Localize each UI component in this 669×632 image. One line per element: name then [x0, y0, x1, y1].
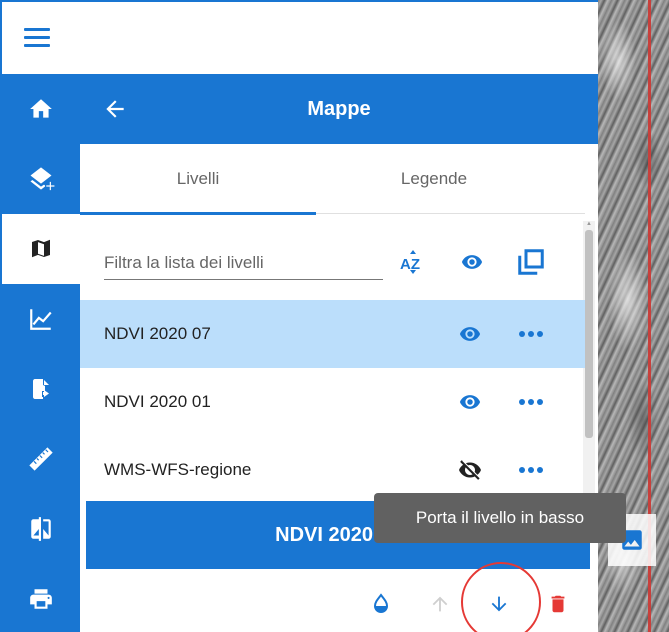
scroll-up-icon[interactable]: ▲ [585, 220, 593, 228]
sort-az-icon: AZ [400, 250, 420, 274]
rail-item-measure[interactable] [2, 424, 80, 494]
layer-name: WMS-WFS-regione [104, 460, 252, 479]
eye-icon [459, 327, 481, 341]
rail-item-export[interactable] [2, 354, 80, 424]
more-horizontal-icon [519, 467, 543, 473]
toggle-all-visibility-button[interactable] [456, 246, 488, 278]
eye-off-icon [459, 460, 481, 480]
delete-icon [551, 595, 565, 613]
ruler-icon [29, 447, 53, 471]
maps-panel: Mappe Livelli Legende AZ ▲ NDVI 2020 07 [80, 74, 598, 632]
sort-az-button[interactable]: AZ [397, 246, 429, 278]
layer-more-button[interactable] [516, 456, 546, 484]
layer-visibility-toggle[interactable] [454, 320, 486, 348]
rail-item-charts[interactable] [2, 284, 80, 354]
layer-visibility-toggle[interactable] [454, 456, 486, 484]
more-horizontal-icon [519, 399, 543, 405]
arrow-up-icon [432, 596, 448, 612]
opacity-icon [373, 593, 389, 613]
eye-icon [461, 255, 483, 269]
active-tab-indicator [80, 212, 316, 215]
layer-name: NDVI 2020 07 [104, 324, 211, 343]
more-horizontal-icon [519, 331, 543, 337]
rail-item-maps[interactable] [2, 214, 80, 284]
rail-item-home[interactable] [2, 74, 80, 144]
map-icon [32, 239, 50, 258]
file-export-icon [33, 379, 49, 399]
tooltip: Porta il livello in basso [374, 493, 626, 543]
select-all-button[interactable] [515, 246, 547, 278]
tab-livelli[interactable]: Livelli [80, 144, 316, 214]
filter-row: AZ [80, 226, 585, 296]
svg-text:AZ: AZ [400, 256, 420, 273]
layer-filter-input[interactable] [104, 246, 383, 280]
home-icon [30, 99, 52, 118]
layer-row[interactable]: NDVI 2020 07 [80, 300, 585, 368]
opacity-button[interactable] [364, 587, 398, 621]
panel-header: Mappe [80, 74, 598, 144]
layer-more-button[interactable] [516, 320, 546, 348]
tab-bar: Livelli Legende [80, 144, 585, 214]
top-bar [2, 2, 598, 74]
move-layer-up-button[interactable] [423, 587, 457, 621]
side-rail [2, 74, 80, 632]
add-layers-icon [30, 167, 55, 192]
layer-more-button[interactable] [516, 388, 546, 416]
layer-name: NDVI 2020 01 [104, 392, 211, 411]
tab-legende[interactable]: Legende [316, 144, 552, 214]
rail-item-print[interactable] [2, 564, 80, 632]
copy-layers-icon [518, 249, 544, 275]
eye-icon [459, 395, 481, 409]
print-icon [30, 589, 52, 609]
chart-icon [30, 309, 52, 330]
rail-item-add-layers[interactable] [2, 144, 80, 214]
compare-icon [31, 517, 51, 541]
layer-row[interactable]: NDVI 2020 01 [80, 368, 585, 436]
panel-title: Mappe [307, 98, 371, 120]
layer-visibility-toggle[interactable] [454, 388, 486, 416]
menu-icon[interactable] [24, 28, 50, 48]
scroll-thumb[interactable] [585, 230, 593, 438]
delete-layer-button[interactable] [541, 587, 575, 621]
highlight-circle [461, 562, 541, 632]
rail-item-compare[interactable] [2, 494, 80, 564]
